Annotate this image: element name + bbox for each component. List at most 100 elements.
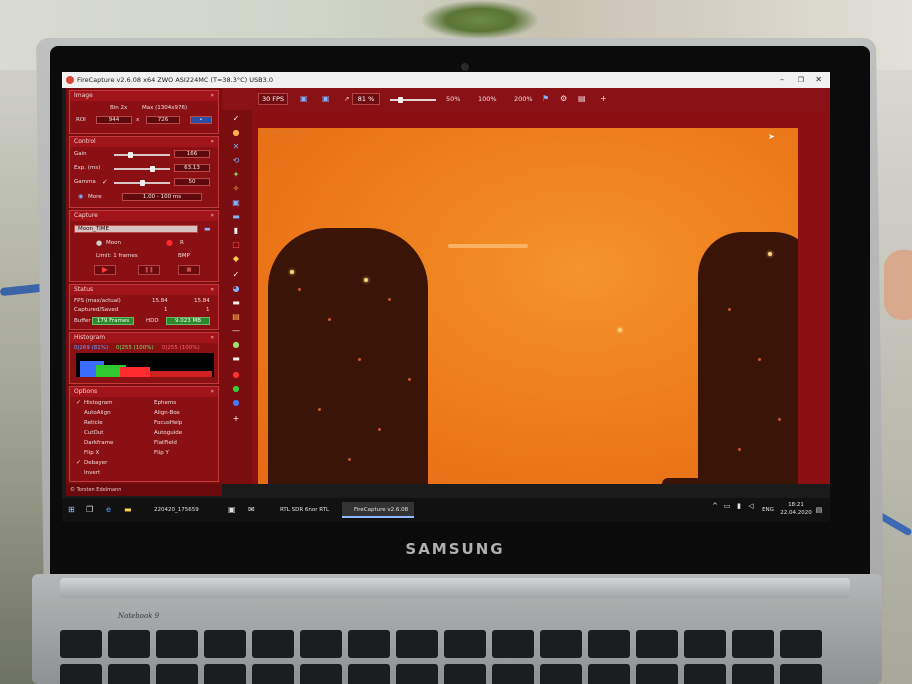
collapse-icon[interactable]: »	[210, 387, 214, 397]
zoom-slider-knob[interactable]	[398, 97, 403, 103]
option-align-box[interactable]: Align-Box	[154, 410, 180, 416]
capture-section-header[interactable]: Capture »	[70, 211, 218, 221]
filename-field[interactable]: Moon_TIME	[74, 225, 198, 233]
gain-slider-knob[interactable]	[128, 152, 133, 158]
line-icon[interactable]: —	[230, 326, 242, 336]
status-section-header[interactable]: Status »	[70, 285, 218, 295]
volume-icon[interactable]: ◁	[746, 502, 756, 510]
notification-icon[interactable]: ▤	[814, 502, 824, 518]
option-autoguide[interactable]: Autoguide	[154, 430, 182, 436]
option-focushelp[interactable]: FocusHelp	[154, 420, 182, 426]
camera-feed[interactable]: Bin 81% Debayer	[258, 128, 798, 484]
settings-icon[interactable]: ⚙	[560, 93, 567, 105]
histogram-check-icon[interactable]: ✓	[76, 399, 81, 406]
filter-icon[interactable]: ●	[230, 340, 242, 350]
focus-icon[interactable]: ✦	[230, 170, 242, 180]
option-flip-x[interactable]: Flip X	[84, 450, 99, 456]
folder-icon[interactable]: ▬	[230, 212, 242, 222]
grid-check-icon[interactable]: ✓	[230, 270, 242, 280]
zoom-200-button[interactable]: 200%	[514, 93, 533, 105]
collapse-icon[interactable]: »	[210, 285, 214, 295]
bar-icon[interactable]: ▬	[230, 298, 242, 308]
taskbar-folder-item[interactable]: 220420_175659	[142, 502, 218, 518]
control-section-header[interactable]: Control »	[70, 137, 218, 147]
option-reticle[interactable]: Reticle	[84, 420, 103, 426]
folder-icon[interactable]: ▬	[204, 225, 211, 233]
profile-label[interactable]: Moon	[106, 240, 121, 246]
align-icon[interactable]: ⟲	[230, 156, 242, 166]
zoom-icon[interactable]: ↗	[344, 93, 349, 105]
image-section-header[interactable]: Image »	[70, 91, 218, 101]
task-view-icon[interactable]: ❐	[86, 502, 98, 518]
histogram-tool-icon[interactable]: ▤	[230, 312, 242, 322]
windows-start-icon[interactable]: ⊞	[68, 502, 80, 518]
color-wheel-icon[interactable]: ◕	[230, 284, 242, 294]
monitor-icon[interactable]: ▣	[300, 93, 308, 105]
palette-icon[interactable]: ●	[230, 128, 242, 138]
camera-icon[interactable]: ▣	[230, 198, 242, 208]
edge-icon[interactable]: e	[106, 502, 118, 518]
histogram-section-header[interactable]: Histogram »	[70, 333, 218, 343]
option-autoalign[interactable]: AutoAlign	[84, 410, 111, 416]
options-section-header[interactable]: Options »	[70, 387, 218, 397]
record-label[interactable]: R	[180, 240, 184, 246]
zoom-slider[interactable]	[390, 97, 436, 103]
max-label[interactable]: Max (1304x976)	[142, 105, 187, 111]
close-icon[interactable]: ✕	[815, 72, 822, 88]
console-icon[interactable]: ▤	[578, 93, 586, 105]
tray-arrow-icon[interactable]: ^	[710, 502, 720, 510]
gamma-check-icon[interactable]: ✓	[102, 178, 108, 186]
debayer-check-icon[interactable]: ✓	[76, 459, 81, 466]
add-tool-icon[interactable]: +	[230, 414, 242, 424]
collapse-icon[interactable]: »	[210, 333, 214, 343]
gamma-slider-knob[interactable]	[140, 180, 145, 186]
gamma-slider[interactable]	[114, 180, 170, 186]
green-channel-icon[interactable]: ●	[230, 384, 242, 394]
option-histogram[interactable]: Histogram	[84, 400, 113, 406]
add-button[interactable]: +	[600, 93, 607, 105]
trash-icon[interactable]: ▮	[230, 226, 242, 236]
collapse-icon[interactable]: »	[210, 211, 214, 221]
more-label[interactable]: More	[88, 194, 102, 200]
fps-select[interactable]: 30 FPS	[258, 93, 288, 105]
maximize-icon[interactable]: ❐	[798, 72, 804, 88]
image-view[interactable]: Bin 81% Debayer ➤	[252, 110, 830, 484]
roi-height-field[interactable]: 726	[146, 116, 180, 124]
option-darkframe[interactable]: Darkframe	[84, 440, 113, 446]
roi-icon[interactable]: □	[230, 240, 242, 250]
exposure-value-field[interactable]: 63.13	[174, 164, 210, 172]
gain-slider[interactable]	[114, 152, 170, 158]
option-ephems[interactable]: Ephems	[154, 400, 176, 406]
option-cutout[interactable]: CutOut	[84, 430, 103, 436]
record-icon[interactable]: ●	[166, 238, 173, 247]
play-button[interactable]: ▶	[94, 265, 116, 275]
format-label[interactable]: BMP	[178, 253, 190, 259]
red-channel-icon[interactable]: ●	[230, 370, 242, 380]
minimize-icon[interactable]: –	[780, 72, 784, 88]
zoom-50-button[interactable]: 50%	[446, 93, 460, 105]
option-invert[interactable]: Invert	[84, 470, 100, 476]
gamma-value-field[interactable]: 50	[174, 178, 210, 186]
language-indicator[interactable]: ENG	[758, 502, 778, 518]
taskbar-firecapture-item[interactable]: FireCapture v2.6.08 ...	[342, 502, 414, 518]
crosshair-icon[interactable]: ✕	[230, 142, 242, 152]
roi-width-field[interactable]: 944	[96, 116, 132, 124]
zoom-100-button[interactable]: 100%	[478, 93, 497, 105]
gain-value-field[interactable]: 166	[174, 150, 210, 158]
light-icon[interactable]: ◆	[230, 254, 242, 264]
mail-icon[interactable]: ✉	[248, 502, 260, 518]
taskbar-browser-item[interactable]: RTL SDR 6nor RTL S...	[268, 502, 338, 518]
option-flip-y[interactable]: Flip Y	[154, 450, 169, 456]
runner-icon[interactable]: ⚑	[542, 93, 549, 105]
dash-icon[interactable]: ▬	[230, 354, 242, 364]
star-icon[interactable]: ✧	[230, 184, 242, 194]
collapse-icon[interactable]: »	[210, 91, 214, 101]
battery-icon[interactable]: ▮	[734, 502, 744, 510]
roi-options-button[interactable]: •	[190, 116, 212, 124]
store-icon[interactable]: ▣	[228, 502, 240, 518]
pause-button[interactable]: ❚❚	[138, 265, 160, 275]
exposure-slider[interactable]	[114, 166, 170, 172]
collapse-icon[interactable]: »	[210, 137, 214, 147]
blue-channel-icon[interactable]: ●	[230, 398, 242, 408]
exposure-range-select[interactable]: 1.00 - 100 ms	[122, 193, 202, 201]
